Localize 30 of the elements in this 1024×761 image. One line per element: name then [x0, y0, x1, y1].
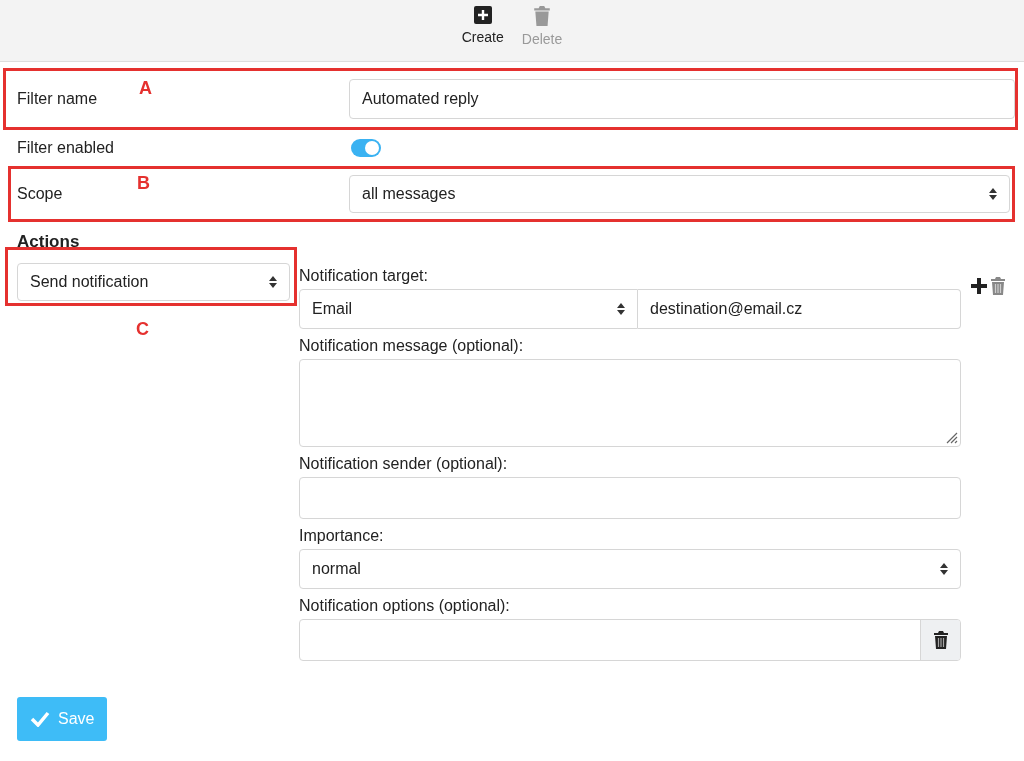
create-button[interactable]: Create [459, 0, 506, 61]
importance-select[interactable]: normal [299, 549, 961, 589]
field-label: Filter name [17, 90, 99, 108]
field-label: Notification options (optional): [299, 597, 511, 615]
plus-icon[interactable] [970, 277, 988, 295]
filter-name-field[interactable]: Automated reply [349, 79, 1015, 119]
annotation-label: B [137, 173, 150, 194]
resize-grip-icon[interactable] [944, 430, 958, 444]
field-label: Scope [17, 185, 64, 203]
target-type-select[interactable]: Email [299, 289, 638, 329]
field-label: Importance: [299, 527, 385, 545]
action-select[interactable]: Send notification [17, 263, 290, 301]
field-label: Notification sender (optional): [299, 455, 509, 473]
annotation-label: C [136, 319, 149, 340]
field-label: Notification target: [299, 267, 429, 285]
sort-caret-icon [940, 563, 948, 575]
input-field[interactable] [299, 477, 961, 519]
scope-select[interactable]: all messages [349, 175, 1010, 213]
checkmark-icon [30, 711, 50, 727]
toggle-switch[interactable] [351, 139, 381, 157]
sort-caret-icon [617, 303, 625, 315]
field-label: Filter enabled [17, 139, 115, 157]
sort-caret-icon [269, 276, 277, 288]
section-heading: Actions [17, 232, 81, 252]
annotation-label: A [139, 78, 152, 99]
field-label: Notification message (optional): [299, 337, 525, 355]
target-address-field[interactable]: destination@email.cz [638, 289, 961, 329]
plus-square-icon [473, 6, 492, 24]
sort-caret-icon [989, 188, 997, 200]
trash-icon [533, 6, 551, 26]
